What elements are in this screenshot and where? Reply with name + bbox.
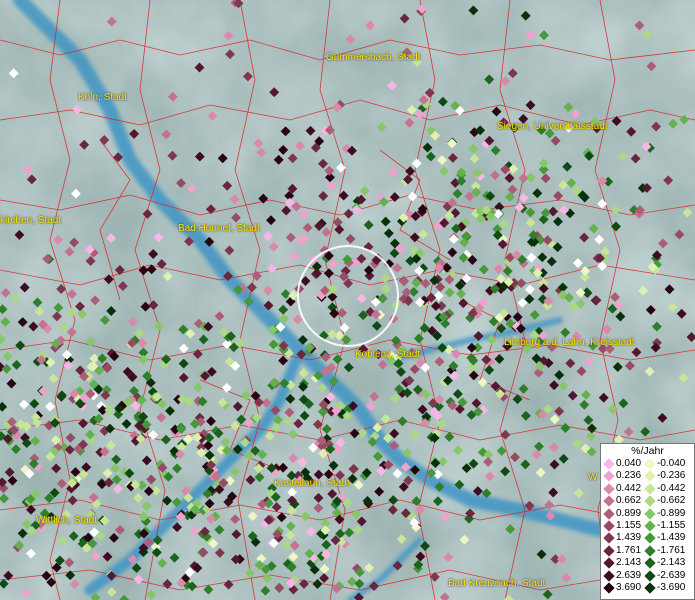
legend-value-negative: -0.662 [657,495,686,507]
legend-value-negative: -0.236 [657,470,686,482]
legend-row: 0.662 -0.662 [601,495,694,507]
legend-row: 2.143 -2.143 [601,557,694,569]
city-label-limburg: Limburg a.d. Lahn, Kreisstadt [504,337,635,348]
legend-swatch-negative [644,569,656,582]
legend-row: 0.040 -0.040 [601,458,694,470]
city-label-bad-kreuznach: Bad Kreuznach, Stadt [448,578,546,589]
legend-value-positive: 1.439 [616,532,642,544]
legend-value-negative: -0.442 [657,482,686,494]
legend-swatch-positive [603,557,615,569]
legend-value-negative: -1.761 [657,544,686,556]
legend-swatch-negative [644,545,656,557]
legend-value-negative: -0.040 [657,458,686,469]
legend-value-negative: -1.439 [657,532,686,544]
city-label-partial-w: W [588,472,598,483]
city-label-siegen: Siegen, Universitätsstadt [497,121,608,132]
legend-row: 1.761 -1.761 [601,545,694,557]
legend-swatch-negative [644,470,656,483]
legend-row: 2.639 -2.639 [601,570,694,582]
legend-value-positive: 3.690 [616,582,642,593]
legend-row: 0.442 -0.442 [601,483,694,495]
legend-swatch-negative [644,458,656,470]
legend-swatch-negative [644,520,656,532]
legend-value-positive: 2.143 [616,557,642,569]
legend-row: 0.236 -0.236 [601,470,694,483]
legend-value-negative: -1.155 [657,520,686,531]
city-label-kirchen: kirchen, Stadt [0,215,62,226]
legend-value-positive: 0.442 [616,482,642,494]
legend-title: %/Jahr [631,445,664,457]
legend-swatch-positive [603,483,615,495]
legend-value-positive: 0.662 [616,495,642,507]
city-label-kastellaun: Kastellaun, Stadt [274,478,350,489]
legend-value-positive: 2.639 [616,569,642,581]
legend-value-negative: -3.690 [657,582,686,593]
legend-swatch-negative [644,507,656,520]
city-label-gummersbach: Gummersbach, Stadt [326,52,421,63]
legend-value-negative: -2.143 [657,557,686,569]
city-label-koblenz: Koblenz, Stadt [355,349,421,360]
legend-swatch-positive [603,532,615,545]
legend-swatch-positive [603,507,615,520]
legend-value-positive: 0.899 [616,507,642,519]
legend-panel: %/Jahr 0.040 -0.040 0.236 -0.236 0.442 -0.442… [600,443,695,600]
legend-swatch-positive [603,545,615,557]
city-label-koeln: Köln, Stadt [78,92,127,103]
legend-swatch-positive [603,582,615,594]
legend-value-positive: 0.040 [616,458,642,469]
legend-value-positive: 0.236 [616,470,642,482]
legend-value-positive: 1.155 [616,520,642,531]
legend-swatch-negative [644,495,656,507]
legend-swatch-positive [603,495,615,507]
legend-value-positive: 1.761 [616,544,642,556]
legend-swatch-negative [644,557,656,569]
legend-swatch-positive [603,470,615,483]
city-label-bad-honnef: Bad Honnef, Stadt [178,223,260,234]
legend-swatch-negative [644,532,656,545]
legend-row: 1.155 -1.155 [601,520,694,532]
legend-swatch-positive [603,520,615,532]
legend-swatch-positive [603,458,615,470]
legend-swatch-negative [644,483,656,495]
legend-swatch-negative [644,582,656,594]
legend-value-negative: -2.639 [657,569,686,581]
legend-row: 0.899 -0.899 [601,508,694,520]
legend-value-negative: -0.899 [657,507,686,519]
city-label-wittlich: Wittlich, Stadt [36,515,98,526]
legend-swatch-positive [603,569,615,582]
legend-row: 1.439 -1.439 [601,532,694,545]
legend-row: 3.690 -3.690 [601,582,694,594]
map-canvas[interactable] [0,0,695,600]
